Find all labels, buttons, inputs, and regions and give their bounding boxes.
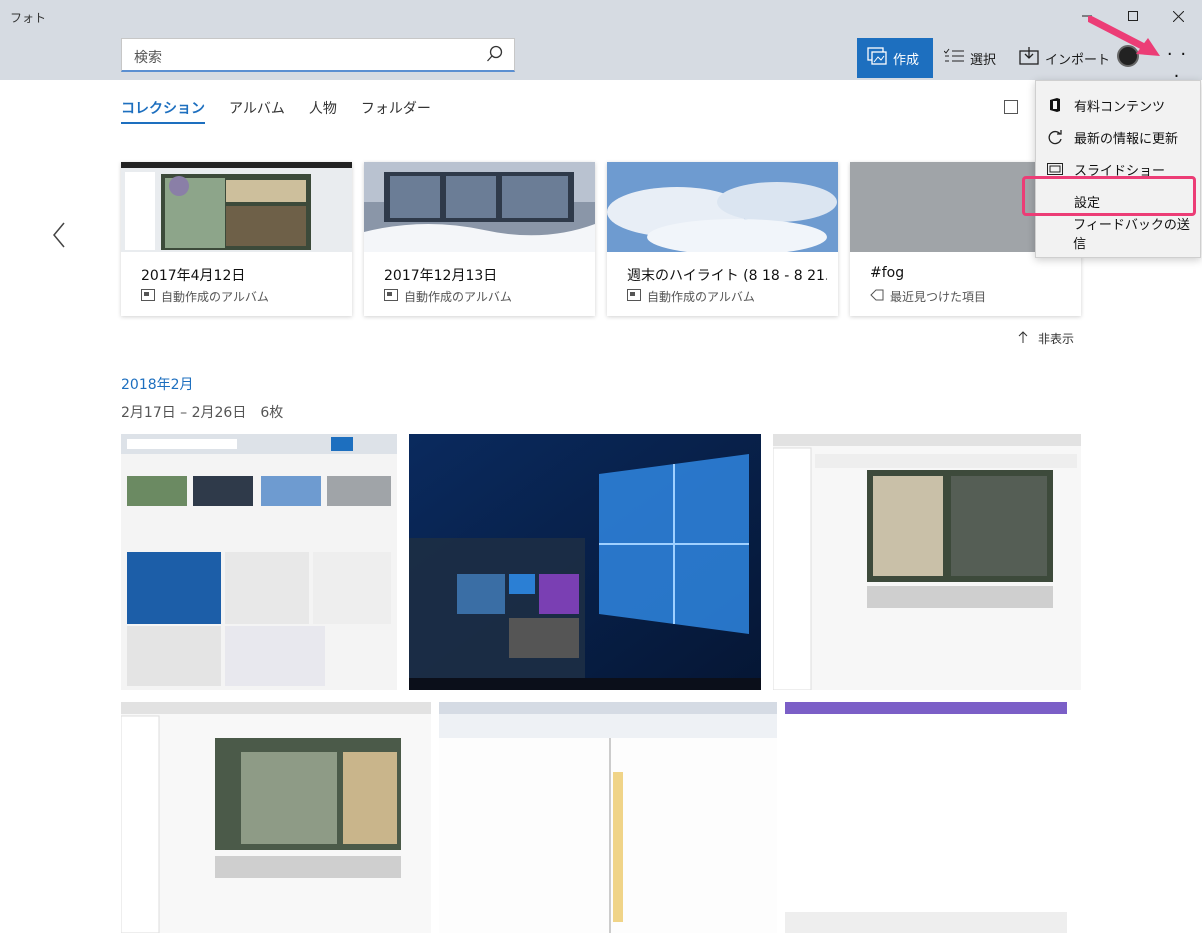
album-title: #fog (870, 265, 905, 281)
photo-thumbnail[interactable] (121, 434, 397, 690)
album-thumbnail (121, 162, 352, 252)
import-icon (1019, 47, 1039, 69)
pointer-arrow-icon (1086, 15, 1164, 62)
album-thumbnail (607, 162, 838, 252)
hide-label: 非表示 (1038, 332, 1075, 346)
tab-folders[interactable]: フォルダー (361, 98, 431, 124)
album-subtitle: 自動作成のアルバム (627, 288, 755, 305)
prev-arrow-icon[interactable] (52, 222, 66, 255)
search-placeholder: 検索 (134, 50, 162, 66)
album-subtitle: 自動作成のアルバム (141, 288, 269, 305)
create-button[interactable]: 作成 (857, 38, 933, 78)
select-checkbox[interactable] (1004, 100, 1018, 114)
album-subtitle: 自動作成のアルバム (384, 288, 512, 305)
search-input[interactable]: 検索 (121, 38, 515, 72)
album-type-label: 自動作成のアルバム (404, 290, 512, 304)
album-icon (141, 289, 155, 304)
album-card[interactable]: 2017年12月13日 自動作成のアルバム (364, 162, 595, 316)
album-subtitle: 最近見つけた項目 (870, 288, 986, 305)
album-title: 2017年4月12日 (141, 268, 246, 284)
album-card[interactable]: 2017年4月12日 自動作成のアルバム (121, 162, 352, 316)
menu-item-label: フィードバックの送信 (1073, 218, 1190, 252)
search-icon[interactable] (486, 45, 504, 67)
menu-item-label: 最新の情報に更新 (1074, 131, 1179, 147)
view-tabs: コレクション アルバム 人物 フォルダー (121, 98, 431, 124)
tab-people[interactable]: 人物 (309, 98, 337, 124)
arrow-up-icon (1018, 331, 1028, 346)
slideshow-icon (1036, 162, 1074, 176)
menu-item-feedback[interactable]: フィードバックの送信 (1036, 217, 1200, 252)
more-options-button[interactable]: · · · (1161, 44, 1193, 87)
more-options-menu: 有料コンテンツ 最新の情報に更新 スライドショー 設定 フィードバックの送信 (1035, 80, 1201, 258)
menu-item-paid-content[interactable]: 有料コンテンツ (1036, 89, 1200, 121)
album-type-label: 自動作成のアルバム (161, 290, 269, 304)
office-icon (1036, 97, 1074, 113)
select-button[interactable]: 選択 (943, 38, 997, 78)
menu-item-label: 有料コンテンツ (1074, 99, 1166, 115)
album-title: 週末のハイライト (8 18 - 8 21... (627, 268, 827, 284)
section-month[interactable]: 2018年2月 (121, 374, 194, 394)
tab-albums[interactable]: アルバム (229, 98, 285, 124)
photo-thumbnail[interactable] (121, 702, 431, 933)
create-icon (867, 47, 887, 69)
hide-button[interactable]: 非表示 (1018, 330, 1074, 347)
album-thumbnail (364, 162, 595, 252)
album-card[interactable]: 週末のハイライト (8 18 - 8 21... 自動作成のアルバム (607, 162, 838, 316)
photo-thumbnail[interactable] (773, 434, 1081, 690)
select-list-icon (943, 48, 964, 68)
album-type-label: 自動作成のアルバム (647, 290, 755, 304)
settings-highlight-box (1022, 176, 1196, 216)
menu-item-refresh[interactable]: 最新の情報に更新 (1036, 121, 1200, 153)
section-date-range: 2月17日 – 2月26日 6枚 (121, 405, 284, 421)
photo-thumbnail[interactable] (785, 702, 1067, 933)
toolbar: 検索 作成 選択 インポート (0, 34, 1202, 80)
app-title: フォト (10, 11, 47, 25)
title-bar: フォト (0, 0, 1202, 34)
select-label: 選択 (970, 52, 997, 68)
photo-thumbnail[interactable] (409, 434, 761, 690)
album-icon (384, 289, 398, 304)
refresh-icon (1036, 129, 1074, 145)
create-label: 作成 (893, 52, 920, 68)
album-type-label: 最近見つけた項目 (890, 290, 987, 304)
tag-icon (870, 289, 884, 304)
tab-collection[interactable]: コレクション (121, 98, 205, 124)
album-title: 2017年12月13日 (384, 268, 498, 284)
photo-thumbnail[interactable] (439, 702, 777, 933)
album-icon (627, 289, 641, 304)
